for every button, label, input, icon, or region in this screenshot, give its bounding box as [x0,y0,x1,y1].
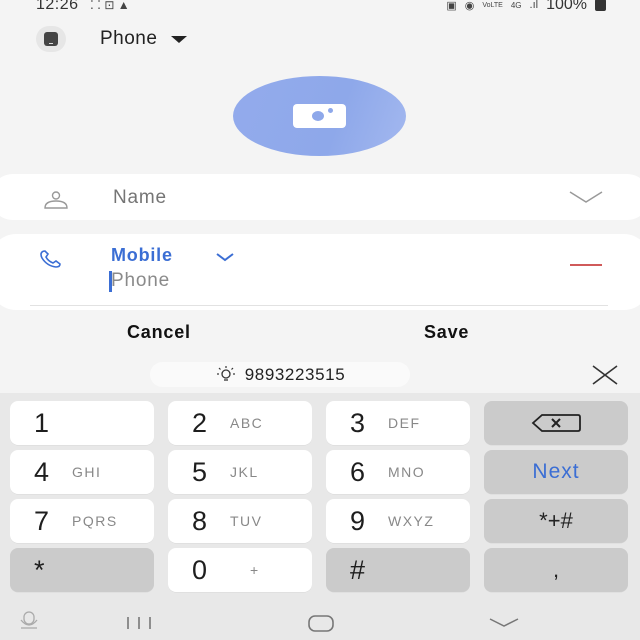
camera-icon [293,104,346,128]
cancel-button[interactable]: Cancel [127,322,191,343]
key-letters: + [250,562,260,578]
phone-icon [40,250,61,268]
chevron-down-icon[interactable] [215,252,235,262]
contact-photo-button[interactable] [233,76,406,156]
remove-phone-button[interactable] [570,264,602,266]
symbols-key-label: *+# [539,508,573,533]
status-time: 12:26 [36,0,79,13]
key-letters: GHI [72,464,102,480]
key-9[interactable]: 9 WXYZ [326,499,470,543]
hide-keyboard-icon[interactable] [489,618,519,627]
backspace-icon [531,414,581,432]
home-icon[interactable] [308,615,334,632]
key-digit: 2 [192,407,208,438]
network-type-label: 4G [510,0,522,10]
phone-input[interactable]: Phone [111,270,170,292]
voice-input-icon[interactable] [20,611,38,629]
phone-card [0,234,640,310]
key-letters: WXYZ [388,513,435,529]
next-key[interactable]: Next [484,450,628,494]
phone-type-selector[interactable]: Mobile [111,245,173,266]
key-3[interactable]: 3 DEF [326,401,470,445]
recent-apps-icon[interactable] [127,617,151,629]
key-letters: ABC [230,415,264,431]
key-4[interactable]: 4 GHI [10,450,154,494]
divider [30,305,608,306]
key-letters: DEF [388,415,421,431]
hotspot-icon: ◉ [464,0,475,12]
key-digit: 1 [34,407,50,438]
key-star[interactable]: * [10,548,154,592]
key-digit: * [34,554,45,585]
person-icon [44,191,68,209]
volte-label: VoLTE [482,1,503,9]
key-digit: 5 [192,456,208,487]
comma-key-label: , [552,557,560,582]
symbols-key[interactable]: *+# [484,499,628,543]
key-digit: 9 [350,505,366,536]
key-0[interactable]: 0 + [168,548,312,592]
phone-storage-icon [36,26,66,52]
briefcase-icon: ▣ [446,0,457,12]
next-key-label: Next [532,460,580,483]
key-digit: 4 [34,456,50,487]
dropdown-caret-icon [171,35,188,43]
key-letters: MNO [388,464,426,480]
key-5[interactable]: 5 JKL [168,450,312,494]
backspace-key[interactable] [484,401,628,445]
key-letters: PQRS [72,513,118,529]
battery-icon [595,0,606,11]
suggestion-text: 9893223515 [244,364,346,384]
storage-selector[interactable]: Phone [36,26,188,52]
key-digit: 6 [350,456,366,487]
key-7[interactable]: 7 PQRS [10,499,154,543]
navigation-bar [20,611,519,632]
chevron-down-icon[interactable] [568,188,604,206]
key-digit: 8 [192,505,208,536]
suggestion-chip[interactable]: 9893223515 [150,362,410,387]
storage-label: Phone [100,28,158,49]
name-input[interactable] [111,186,415,210]
comma-key[interactable]: , [484,548,628,592]
key-2[interactable]: 2 ABC [168,401,312,445]
key-digit: 7 [34,505,50,536]
key-6[interactable]: 6 MNO [326,450,470,494]
screen-record-icon: ⊡ [104,0,115,12]
status-icons-left: ⁚ ⁚ ⊡ ▲ [90,0,130,12]
key-1[interactable]: 1 [10,401,154,445]
key-letters: TUV [230,513,263,529]
battery-percent: 100% [546,0,587,13]
save-button[interactable]: Save [424,322,469,343]
screenshot-icon: ⁚ ⁚ [90,0,101,12]
signal-icon: .ıl [529,0,539,11]
key-8[interactable]: 8 TUV [168,499,312,543]
lightbulb-icon [216,365,235,381]
key-digit: 3 [350,407,366,438]
key-digit: 0 [192,554,208,585]
status-icons-right: ▣ ◉ VoLTE 4G .ıl 100% [446,0,606,14]
key-hash[interactable]: # [326,548,470,592]
warning-icon: ▲ [117,0,130,12]
key-letters: JKL [230,464,259,480]
key-digit: # [350,554,366,585]
close-icon[interactable] [590,364,620,386]
